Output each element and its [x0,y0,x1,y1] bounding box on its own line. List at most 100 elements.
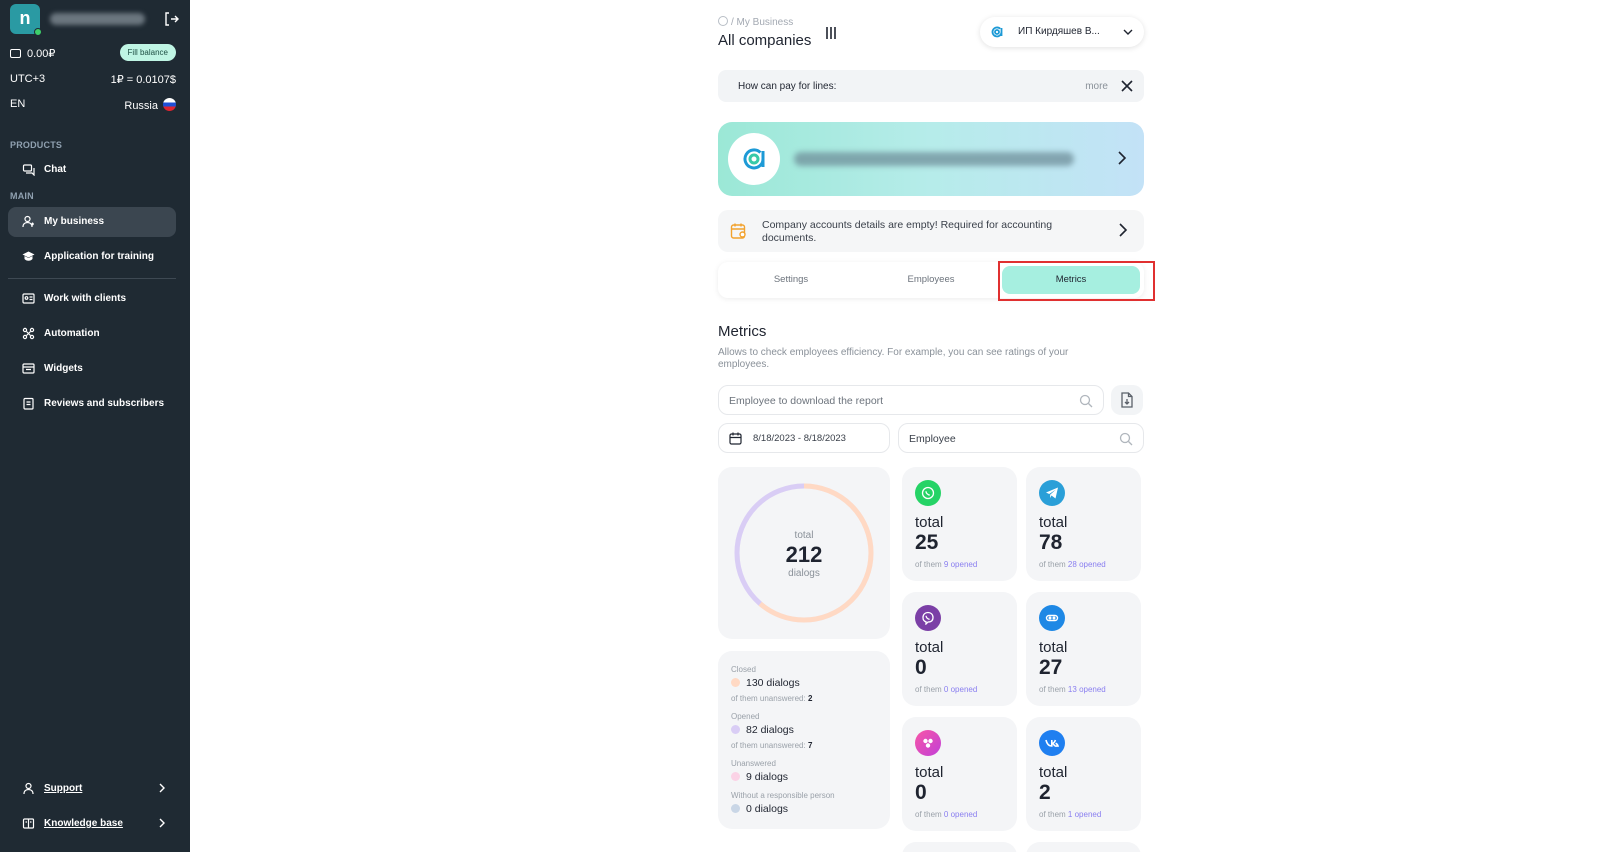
accounting-warning[interactable]: Company accounts details are empty! Requ… [718,210,1144,252]
home-icon[interactable] [718,16,728,26]
opened-count: 0 [943,685,949,694]
channel-total-label: total [1039,639,1068,656]
channel-total-value: 25 [915,531,939,554]
opened-suffix: opened [1074,810,1102,819]
support-link[interactable]: Support [44,783,82,794]
no-person-dot [731,804,740,813]
employee-filter[interactable]: Employee [898,423,1144,453]
sidebar-item-application-for-training[interactable]: Application for training [8,242,176,272]
channel-card-vk[interactable]: total 2 of them 1 opened [1026,717,1141,831]
webchat-icon [1039,605,1065,631]
no-person-value: 0 dialogs [731,803,788,815]
fill-balance-button[interactable]: Fill balance [119,44,176,61]
channel-card-instagram[interactable]: total 0 of them 0 opened [902,717,1017,831]
breadcrumb: / My Business [718,16,793,28]
telegram-icon [1039,480,1065,506]
sidebar-item-widgets[interactable]: Widgets [8,354,176,384]
column-grip-icon[interactable] [824,26,838,40]
opened-prefix: of them [1039,560,1066,569]
closed-value: 130 dialogs [731,677,800,689]
closed-value-text: 130 dialogs [746,677,800,689]
locale-row: EN Russia [10,95,176,115]
closed-unanswered-count: 2 [807,694,813,703]
total-dialogs-card: total 212 dialogs [718,467,890,639]
sidebar-item-label: Application for training [44,251,154,262]
notice-more-link[interactable]: more [1085,81,1108,92]
chevron-right-icon [159,783,165,793]
breadcrumb-text[interactable]: / My Business [731,17,793,28]
sidebar-item-chat[interactable]: Chat [8,155,176,185]
channel-opened-text: of them 13 opened [1039,685,1106,694]
unanswered-caption: Unanswered [731,759,776,768]
timezone[interactable]: UTC+3 [10,73,45,85]
opened-prefix: of them [915,685,942,694]
reviews-icon [23,397,34,410]
book-icon [22,818,35,829]
exchange-rate: 1₽ = 0.0107$ [110,74,176,86]
opened-suffix: opened [1079,685,1106,694]
channel-total-label: total [915,764,944,781]
unanswered-value: 9 dialogs [731,771,788,783]
no-person-value-text: 0 dialogs [746,803,789,815]
opened-dot [731,725,740,734]
channel-card-whatsapp[interactable]: total 25 of them 9 opened [902,467,1017,581]
channel-total-label: total [1039,514,1068,531]
sidebar-item-knowledge-base[interactable]: Knowledge base [8,809,176,839]
metrics-tab-highlight [998,261,1155,301]
channel-total-value: 27 [1039,656,1063,679]
channel-card-partial[interactable] [902,842,1017,852]
channel-card-partial[interactable] [1026,842,1141,852]
sidebar-item-label: My business [44,216,105,227]
support-user-icon [23,782,34,795]
sidebar-item-support[interactable]: Support [8,774,176,804]
channel-opened-text: of them 0 opened [915,685,977,694]
opened-unanswered-label: of them unanswered: [731,741,806,750]
total-unit: dialogs [788,568,820,579]
channel-card-viber[interactable]: total 0 of them 0 opened [902,592,1017,706]
channel-total-label: total [1039,764,1068,781]
graduation-cap-icon [22,251,35,261]
company-selector[interactable]: ИП Кирдяшев В... [980,17,1144,47]
date-range-picker[interactable]: 8/18/2023 - 8/18/2023 [718,423,890,453]
opened-prefix: of them [915,810,942,819]
sidebar-item-label: Chat [44,164,67,175]
opened-prefix: of them [1039,685,1066,694]
user-name-blurred [50,13,145,25]
opened-value: 82 dialogs [731,724,794,736]
payment-notice: How can pay for lines: more [718,70,1144,102]
report-employee-search[interactable]: Employee to download the report [718,385,1104,415]
sidebar-item-automation[interactable]: Automation [8,319,176,349]
russia-flag-icon [163,98,176,111]
report-employee-placeholder: Employee to download the report [729,395,884,407]
closed-dot [731,678,740,687]
sidebar-item-work-with-clients[interactable]: Work with clients [8,284,176,314]
balance-row: 0.00₽ Fill balance [10,44,176,64]
whatsapp-icon [915,480,941,506]
channel-card-telegram[interactable]: total 78 of them 28 opened [1026,467,1141,581]
opened-suffix: opened [950,685,978,694]
opened-prefix: of them [1039,810,1066,819]
close-icon[interactable] [1120,79,1134,93]
company-selector-value: ИП Кирдяшев В... [1018,26,1100,37]
sidebar-item-my-business[interactable]: My business [8,207,176,237]
sidebar: n 0.00₽ Fill balance UTC+3 1₽ = 0.0107$ … [0,0,190,852]
unanswered-value-text: 9 dialogs [746,771,789,783]
section-main-label: MAIN [10,191,34,201]
channel-opened-text: of them 28 opened [1039,560,1106,569]
warning-text: Company accounts details are empty! Requ… [762,219,1053,244]
logout-icon[interactable] [162,10,180,28]
company-card[interactable] [718,122,1144,196]
knowledge-base-link[interactable]: Knowledge base [44,818,123,829]
download-report-button[interactable] [1111,385,1143,415]
online-status-dot [34,28,42,36]
chat-icon [22,164,35,176]
channel-card-webchat[interactable]: total 27 of them 13 opened [1026,592,1141,706]
language-selector[interactable]: EN [10,98,25,110]
tab-employees[interactable]: Employees [862,266,1000,294]
total-value: 212 [785,542,823,567]
wallet-icon [10,49,21,58]
tab-settings[interactable]: Settings [722,266,860,294]
sidebar-item-reviews-and-subscribers[interactable]: Reviews and subscribers [8,389,176,419]
country-selector[interactable]: Russia [124,98,176,112]
channel-total-value: 0 [915,781,927,804]
